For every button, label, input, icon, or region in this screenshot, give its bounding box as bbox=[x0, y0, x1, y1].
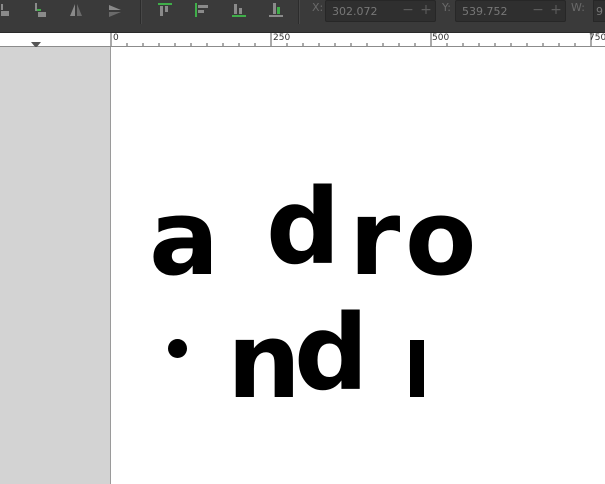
toolbar-separator bbox=[298, 0, 299, 24]
ruler-ticks bbox=[110, 33, 592, 46]
flip-vertical-icon[interactable] bbox=[105, 1, 125, 19]
y-input[interactable] bbox=[456, 1, 534, 21]
align-left-edges-icon[interactable] bbox=[192, 1, 212, 19]
ruler-label-0: 0 bbox=[113, 33, 119, 43]
horizontal-ruler[interactable]: 0 250 500 750 bbox=[110, 33, 605, 47]
letter-a[interactable]: a bbox=[149, 186, 219, 290]
ruler-corner bbox=[0, 33, 110, 47]
ruler-label-500: 500 bbox=[432, 33, 450, 43]
x-decrement-button[interactable]: − bbox=[401, 1, 415, 21]
letter-d-second[interactable]: d bbox=[294, 301, 368, 405]
pasteboard bbox=[0, 47, 110, 484]
stem-shape[interactable] bbox=[410, 340, 424, 397]
align-top-left-icon[interactable] bbox=[0, 1, 17, 19]
y-field: − + bbox=[455, 0, 566, 22]
distribute-bottom-icon[interactable] bbox=[266, 1, 286, 19]
dot-shape[interactable] bbox=[168, 339, 187, 358]
toolbar-separator bbox=[140, 0, 141, 24]
letter-n[interactable]: n bbox=[227, 309, 301, 413]
x-increment-button[interactable]: + bbox=[419, 1, 433, 21]
ruler-label-250: 250 bbox=[273, 33, 291, 43]
x-field: − + bbox=[325, 0, 436, 22]
letter-r[interactable]: r bbox=[349, 186, 400, 290]
toolbar: X: − + Y: − + W: bbox=[0, 0, 605, 33]
letter-d[interactable]: d bbox=[266, 175, 340, 279]
document-page[interactable]: a d r o n d bbox=[110, 47, 605, 484]
align-top-right-icon[interactable] bbox=[30, 1, 50, 19]
align-top-edges-icon[interactable] bbox=[155, 1, 175, 19]
x-input[interactable] bbox=[326, 1, 404, 21]
x-label: X: bbox=[312, 1, 324, 14]
y-increment-button[interactable]: + bbox=[549, 1, 563, 21]
align-bottom-edges-icon[interactable] bbox=[229, 1, 249, 19]
letter-o[interactable]: o bbox=[405, 186, 476, 290]
flip-horizontal-icon[interactable] bbox=[66, 1, 86, 19]
w-label: W: bbox=[571, 1, 585, 14]
w-field bbox=[593, 0, 605, 22]
y-decrement-button[interactable]: − bbox=[531, 1, 545, 21]
y-label: Y: bbox=[442, 1, 451, 14]
ruler-label-750: 750 bbox=[589, 33, 605, 43]
w-input[interactable] bbox=[594, 1, 605, 21]
